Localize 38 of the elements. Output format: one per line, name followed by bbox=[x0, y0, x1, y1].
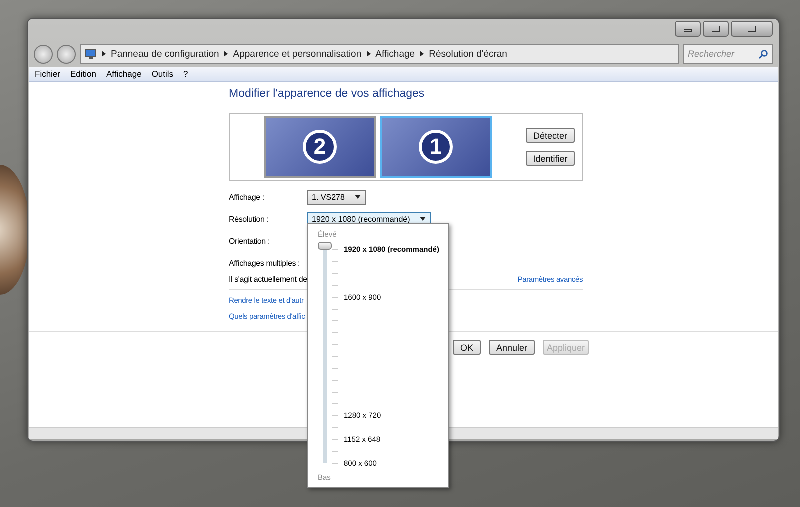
slider-thumb[interactable] bbox=[318, 242, 332, 250]
menu-item[interactable]: ? bbox=[184, 69, 188, 79]
field-label: Orientation : bbox=[229, 236, 271, 246]
breadcrumb-link[interactable]: Résolution d'écran bbox=[429, 48, 508, 60]
caret-icon bbox=[420, 217, 426, 221]
side-button[interactable]: Identifier bbox=[526, 151, 575, 166]
dialog-button[interactable]: Annuler bbox=[489, 340, 535, 355]
breadcrumb-link[interactable]: Affichage bbox=[376, 48, 416, 60]
field-label: Affichage : bbox=[229, 192, 266, 202]
maximize-icon bbox=[712, 26, 720, 32]
breadcrumb-link[interactable]: Panneau de configuration bbox=[111, 48, 220, 60]
dropdown-field[interactable]: 1. VS278 bbox=[307, 190, 366, 204]
search-icon bbox=[759, 50, 768, 58]
chevron-right-icon bbox=[366, 51, 371, 57]
info-text: Il s'agit actuellement de bbox=[229, 275, 308, 284]
chevron-right-icon bbox=[224, 51, 228, 57]
dialog-button[interactable]: OK bbox=[453, 340, 481, 355]
back-button[interactable] bbox=[34, 44, 53, 64]
field-label: Affichages multiples : bbox=[229, 258, 302, 268]
breadcrumb-link[interactable]: Apparence et personnalisation bbox=[233, 48, 362, 60]
side-button[interactable]: Détecter bbox=[526, 128, 575, 143]
monitor-tile[interactable]: 1 bbox=[380, 116, 492, 178]
chevron-right-icon bbox=[420, 51, 424, 57]
page-heading: Modifier l'apparence de vos affichages bbox=[229, 87, 426, 101]
monitor-icon bbox=[85, 48, 97, 60]
minimize-button[interactable] bbox=[675, 21, 701, 37]
address-bar[interactable]: Panneau de configuration Apparence et personnalisation Affichage Résolution d'écran bbox=[80, 44, 679, 64]
caret-icon bbox=[354, 195, 361, 199]
chevron-right-icon bbox=[102, 51, 106, 57]
forward-button[interactable] bbox=[57, 44, 76, 64]
maximize-button[interactable] bbox=[703, 21, 729, 37]
menu-item[interactable]: Fichier bbox=[35, 69, 61, 79]
monitor-tile[interactable]: 2 bbox=[264, 116, 376, 178]
menu-item[interactable]: Edition bbox=[70, 69, 97, 79]
menu-item[interactable]: Outils bbox=[152, 69, 174, 79]
menu-item[interactable]: Affichage bbox=[106, 69, 142, 79]
close-button[interactable] bbox=[731, 21, 773, 37]
field-label: Résolution : bbox=[229, 214, 270, 224]
